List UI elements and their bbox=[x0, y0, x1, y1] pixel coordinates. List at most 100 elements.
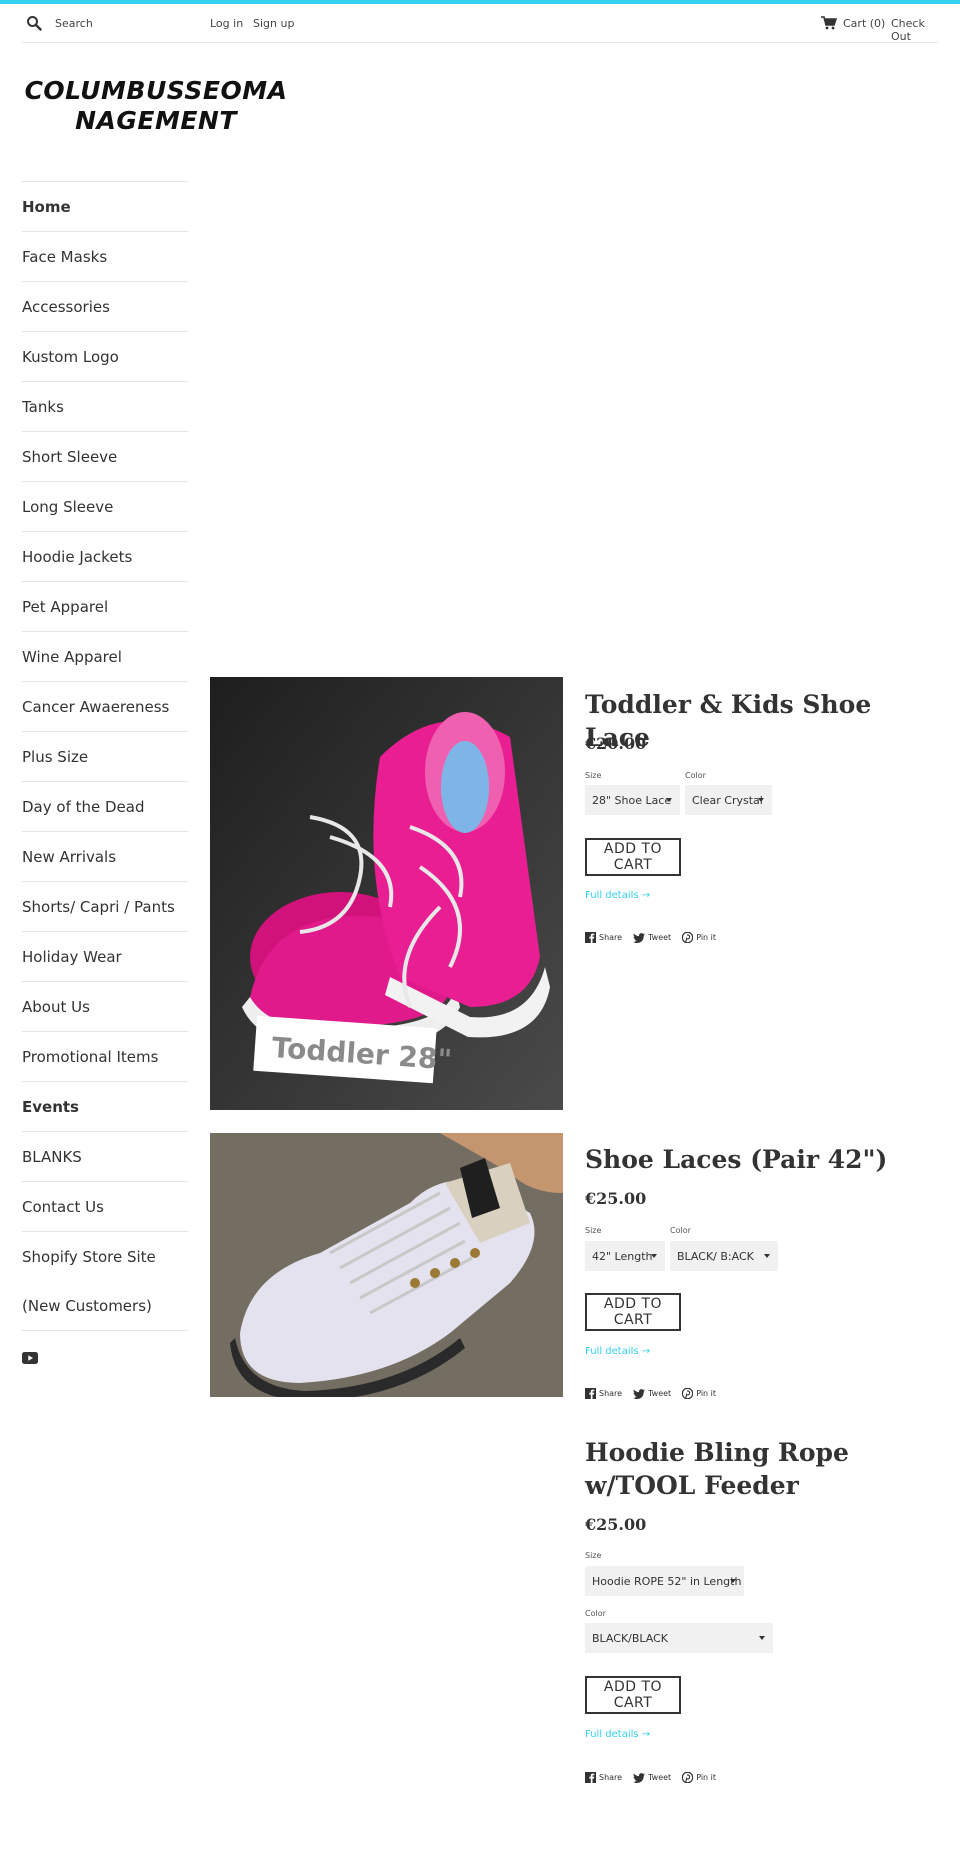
youtube-icon[interactable] bbox=[22, 1352, 38, 1364]
nav-item-new-customers[interactable]: (New Customers) bbox=[22, 1281, 188, 1331]
share-pinterest[interactable]: Pin it bbox=[682, 932, 716, 943]
add-to-cart-button[interactable]: ADD TO CART bbox=[585, 1293, 681, 1331]
share-pinterest[interactable]: Pin it bbox=[682, 1388, 716, 1399]
sidebar-nav: Home Face Masks Accessories Kustom Logo … bbox=[22, 181, 188, 1331]
pin-label: Pin it bbox=[696, 933, 717, 942]
share-row: Share Tweet Pin it bbox=[585, 1388, 727, 1399]
nav-item-accessories[interactable]: Accessories bbox=[22, 282, 188, 332]
size-select-value: 28" Shoe Lace bbox=[592, 793, 672, 807]
tweet-label: Tweet bbox=[648, 1389, 672, 1398]
nav-item-promotional-items[interactable]: Promotional Items bbox=[22, 1032, 188, 1082]
color-select-value: BLACK/BLACK bbox=[592, 1631, 669, 1645]
share-twitter[interactable]: Tweet bbox=[633, 932, 672, 943]
nav-item-pet-apparel[interactable]: Pet Apparel bbox=[22, 582, 188, 632]
add-to-cart-button[interactable]: ADD TO CART bbox=[585, 838, 681, 876]
pinterest-icon bbox=[682, 1388, 694, 1399]
full-details-link[interactable]: Full details → bbox=[585, 1729, 650, 1740]
color-label: Color bbox=[670, 1226, 691, 1235]
cart-icon[interactable] bbox=[821, 16, 837, 30]
share-row: Share Tweet Pin it bbox=[585, 1772, 727, 1783]
add-to-cart-button[interactable]: ADD TO CART bbox=[585, 1676, 681, 1714]
nav-item-cancer-awareness[interactable]: Cancer Awaereness bbox=[22, 682, 188, 732]
color-label: Color bbox=[685, 771, 706, 780]
full-details-link[interactable]: Full details → bbox=[585, 890, 650, 901]
twitter-icon bbox=[633, 932, 646, 943]
product-price: €25.00 bbox=[585, 1189, 647, 1208]
nav-item-wine-apparel[interactable]: Wine Apparel bbox=[22, 632, 188, 682]
nav-item-about-us[interactable]: About Us bbox=[22, 982, 188, 1032]
chevron-down-icon bbox=[759, 1636, 765, 1640]
share-label: Share bbox=[599, 933, 623, 942]
pin-label: Pin it bbox=[696, 1773, 717, 1782]
share-pinterest[interactable]: Pin it bbox=[682, 1772, 716, 1783]
login-link[interactable]: Log in bbox=[210, 17, 243, 30]
size-select[interactable]: Hoodie ROPE 52" in Length bbox=[585, 1566, 744, 1596]
nav-item-kustom-logo[interactable]: Kustom Logo bbox=[22, 332, 188, 382]
size-select[interactable]: 42" Length bbox=[585, 1241, 665, 1271]
product-price: €20.00 bbox=[585, 734, 647, 753]
size-select-value: Hoodie ROPE 52" in Length bbox=[592, 1574, 742, 1588]
product-title[interactable]: Hoodie Bling Rope w/TOOL Feeder bbox=[585, 1436, 925, 1502]
size-label: Size bbox=[585, 771, 602, 780]
share-facebook[interactable]: Share bbox=[585, 932, 622, 943]
nav-item-long-sleeve[interactable]: Long Sleeve bbox=[22, 482, 188, 532]
pink-sneakers-photo: Toddler 28" bbox=[210, 677, 563, 1110]
site-logo[interactable]: COLUMBUSSEOMA NAGEMENT bbox=[24, 76, 288, 136]
nav-item-face-masks[interactable]: Face Masks bbox=[22, 232, 188, 282]
twitter-icon bbox=[633, 1772, 646, 1783]
facebook-icon bbox=[585, 1772, 596, 1783]
nav-item-short-sleeve[interactable]: Short Sleeve bbox=[22, 432, 188, 482]
share-label: Share bbox=[599, 1773, 623, 1782]
signup-link[interactable]: Sign up bbox=[253, 17, 294, 30]
chevron-down-icon bbox=[758, 798, 764, 802]
share-facebook[interactable]: Share bbox=[585, 1772, 622, 1783]
nav-item-contact-us[interactable]: Contact Us bbox=[22, 1182, 188, 1232]
cart-link[interactable]: Cart (0) bbox=[843, 17, 885, 30]
nav-item-tanks[interactable]: Tanks bbox=[22, 382, 188, 432]
color-select[interactable]: BLACK/ B:ACK bbox=[670, 1241, 778, 1271]
product-title[interactable]: Shoe Laces (Pair 42") bbox=[585, 1143, 925, 1176]
tweet-label: Tweet bbox=[648, 933, 672, 942]
color-select[interactable]: Clear Crystal bbox=[685, 785, 772, 815]
white-sneaker-photo bbox=[210, 1133, 563, 1397]
pinterest-icon bbox=[682, 1772, 694, 1783]
size-select[interactable]: 28" Shoe Lace bbox=[585, 785, 680, 815]
nav-item-blanks[interactable]: BLANKS bbox=[22, 1132, 188, 1182]
facebook-icon bbox=[585, 932, 596, 943]
product-price: €25.00 bbox=[585, 1515, 647, 1534]
size-select-value: 42" Length bbox=[592, 1249, 653, 1263]
nav-item-holiday-wear[interactable]: Holiday Wear bbox=[22, 932, 188, 982]
share-row: Share Tweet Pin it bbox=[585, 932, 727, 943]
nav-item-shorts-capri-pants[interactable]: Shorts/ Capri / Pants bbox=[22, 882, 188, 932]
twitter-icon bbox=[633, 1388, 646, 1399]
color-select[interactable]: BLACK/BLACK bbox=[585, 1623, 773, 1653]
full-details-link[interactable]: Full details → bbox=[585, 1346, 650, 1357]
size-label: Size bbox=[585, 1226, 602, 1235]
share-twitter[interactable]: Tweet bbox=[633, 1772, 672, 1783]
checkout-link[interactable]: Check Out bbox=[891, 17, 938, 43]
size-label: Size bbox=[585, 1551, 602, 1560]
nav-item-day-of-the-dead[interactable]: Day of the Dead bbox=[22, 782, 188, 832]
header: Search Log in Sign up Cart (0) Check Out bbox=[22, 4, 938, 43]
product-image-shoe-laces-42[interactable] bbox=[210, 1133, 563, 1397]
nav-item-events[interactable]: Events bbox=[22, 1082, 188, 1132]
nav-item-new-arrivals[interactable]: New Arrivals bbox=[22, 832, 188, 882]
nav-item-shopify-store-site[interactable]: Shopify Store Site bbox=[22, 1232, 188, 1281]
tweet-label: Tweet bbox=[648, 1773, 672, 1782]
search-input[interactable]: Search bbox=[55, 17, 93, 30]
pin-label: Pin it bbox=[696, 1389, 717, 1398]
color-select-value: Clear Crystal bbox=[692, 793, 763, 807]
search-icon[interactable] bbox=[26, 15, 42, 31]
nav-item-home[interactable]: Home bbox=[22, 182, 188, 232]
product-image-toddler-shoe-lace[interactable]: Toddler 28" bbox=[210, 677, 563, 1110]
color-label: Color bbox=[585, 1609, 606, 1618]
color-select-value: BLACK/ B:ACK bbox=[677, 1249, 754, 1263]
nav-item-hoodie-jackets[interactable]: Hoodie Jackets bbox=[22, 532, 188, 582]
chevron-down-icon bbox=[730, 1579, 736, 1583]
chevron-down-icon bbox=[651, 1254, 657, 1258]
share-facebook[interactable]: Share bbox=[585, 1388, 622, 1399]
share-twitter[interactable]: Tweet bbox=[633, 1388, 672, 1399]
chevron-down-icon bbox=[764, 1254, 770, 1258]
pinterest-icon bbox=[682, 932, 694, 943]
nav-item-plus-size[interactable]: Plus Size bbox=[22, 732, 188, 782]
